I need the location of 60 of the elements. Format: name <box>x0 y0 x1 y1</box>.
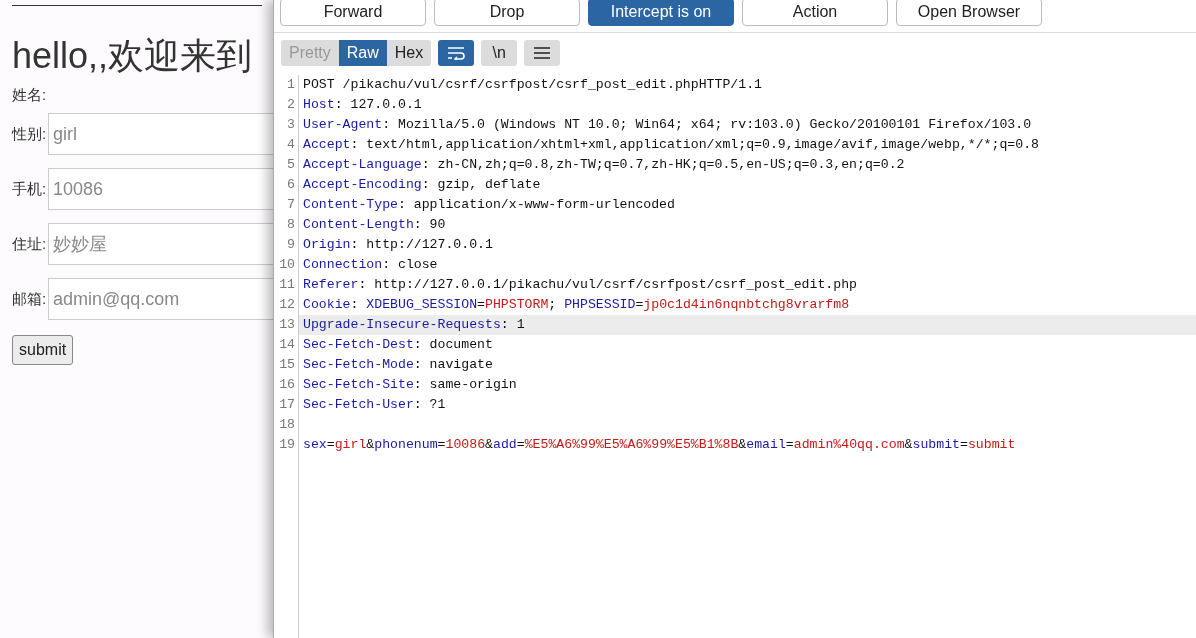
view-tab[interactable]: Hex <box>386 40 432 66</box>
line-number: 9 <box>287 236 295 254</box>
request-line: Sec-Fetch-User: ?1 <box>303 397 446 412</box>
line-number: 15 <box>279 356 295 374</box>
field-label: 手机: <box>12 178 48 199</box>
newline-button[interactable]: \n <box>481 40 518 66</box>
request-line: Origin: http://127.0.0.1 <box>303 237 493 252</box>
line-number: 3 <box>287 116 295 134</box>
menu-button[interactable] <box>524 40 561 66</box>
request-line: Sec-Fetch-Mode: navigate <box>303 357 493 372</box>
request-line: POST /pikachu/vul/csrf/csrfpost/csrf_post_edit.phpHTTP/1.1 <box>303 77 762 92</box>
request-line: Connection: close <box>303 257 438 272</box>
request-line: Referer: http://127.0.0.1/pikachu/vul/csrf/csrfpost/csrf_post_edit.php <box>303 277 857 292</box>
wrap-button[interactable] <box>438 40 475 66</box>
request-line: User-Agent: Mozilla/5.0 (Windows NT 10.0; Win64; x64; rv:103.0) Gecko/20100101 Firefox/103.0 <box>303 117 1032 132</box>
input-field[interactable]: 妙妙屋 <box>48 223 273 265</box>
wrap-icon <box>446 46 467 60</box>
field-label: 住址: <box>12 233 48 254</box>
action-button[interactable]: Drop <box>434 0 580 26</box>
input-field[interactable]: girl <box>48 113 273 155</box>
line-number: 19 <box>279 436 295 454</box>
line-number: 11 <box>279 276 295 294</box>
action-button[interactable]: Intercept is on <box>588 0 734 26</box>
line-number: 5 <box>287 156 295 174</box>
request-line: sex=girl&phonenum=10086&add=%E5%A6%99%E5%A6%99%E5%B1%8B&email=admin%40qq.com&submit=submit <box>303 437 1016 452</box>
action-button[interactable]: Forward <box>280 0 426 26</box>
action-button[interactable]: Action <box>742 0 888 26</box>
line-number: 18 <box>279 416 295 434</box>
input-field[interactable]: admin@qq.com <box>48 278 273 320</box>
line-number: 1 <box>287 76 295 94</box>
field-label: 性别: <box>12 123 48 144</box>
request-line: Accept-Encoding: gzip, deflate <box>303 177 541 192</box>
line-number: 10 <box>279 256 295 274</box>
request-line: Content-Length: 90 <box>303 217 446 232</box>
request-line: Host: 127.0.0.1 <box>303 97 422 112</box>
request-line: Accept: text/html,application/xhtml+xml,application/xml;q=0.9,image/avif,image/webp,*/*;q=0.8 <box>303 137 1039 152</box>
line-number: 13 <box>279 316 295 334</box>
request-line: Content-Type: application/x-www-form-urlencoded <box>303 197 675 212</box>
action-button[interactable]: Open Browser <box>896 0 1042 26</box>
request-line: Upgrade-Insecure-Requests: 1 <box>303 317 525 332</box>
request-line: Sec-Fetch-Site: same-origin <box>303 377 517 392</box>
request-line: Accept-Language: zh-CN,zh;q=0.8,zh-TW;q=0.7,zh-HK;q=0.5,en-US;q=0.3,en;q=0.2 <box>303 157 905 172</box>
line-number: 12 <box>279 296 295 314</box>
field-label: 姓名: <box>12 85 48 100</box>
line-number: 2 <box>287 96 295 114</box>
line-number: 4 <box>287 136 295 154</box>
line-number: 8 <box>287 216 295 234</box>
input-field[interactable]: 10086 <box>48 168 273 210</box>
line-number: 6 <box>287 176 295 194</box>
field-label: 邮箱: <box>12 288 48 309</box>
request-line: Cookie: XDEBUG_SESSION=PHPSTORM; PHPSESSID=jp0c1d4in6nqnbtchg8vrarfm8 <box>303 297 850 312</box>
menu-icon <box>534 47 551 59</box>
request-line: Sec-Fetch-Dest: document <box>303 337 493 352</box>
line-number: 16 <box>279 376 295 394</box>
line-number: 7 <box>287 196 295 214</box>
page-heading: hello,,欢迎来到 <box>12 34 254 78</box>
line-number: 14 <box>279 336 295 354</box>
view-tab[interactable]: Raw <box>338 40 387 66</box>
line-number: 17 <box>279 396 295 414</box>
submit-button[interactable]: submit <box>12 335 74 365</box>
